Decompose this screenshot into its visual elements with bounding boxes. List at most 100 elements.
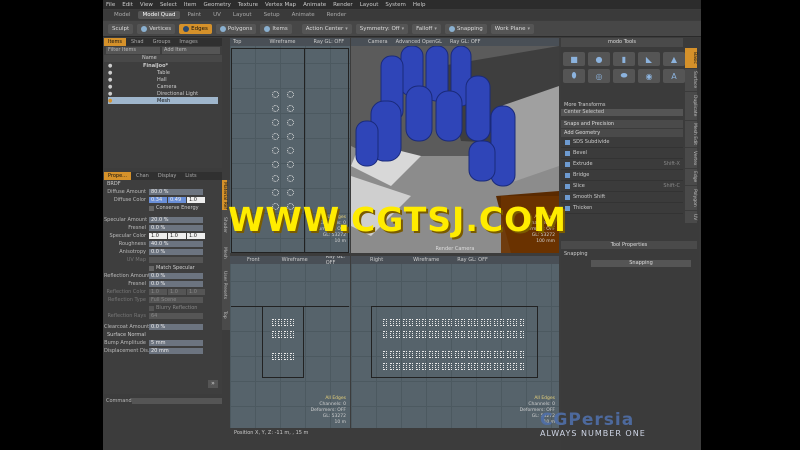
eye-icon[interactable]: ● [108, 91, 115, 97]
viewport-front[interactable]: Front Wireframe Ray GL: OFF All Edges Ch… [230, 256, 350, 428]
specular-r-field[interactable]: 1.0 [149, 233, 167, 239]
extrude-button[interactable]: Extrude Shift-X [561, 159, 683, 170]
fresnel-field[interactable]: 0.0 % [149, 225, 203, 231]
reflection-g-field[interactable]: 1.0 [168, 289, 186, 295]
tab-model[interactable]: Model [109, 11, 136, 19]
menu-vertex-map[interactable]: Vertex Map [265, 2, 296, 8]
tab-shader-side[interactable]: Shader [222, 210, 227, 240]
tab-images[interactable]: Images [175, 38, 201, 46]
list-item[interactable]: ● Directional Light [108, 90, 222, 97]
vertices-button[interactable]: Vertices [137, 23, 176, 34]
tab-items[interactable]: Items [104, 38, 126, 46]
tab-render[interactable]: Render [322, 11, 352, 19]
more-transforms-label[interactable]: More Transforms [561, 102, 683, 109]
reflection-b-field[interactable]: 1.0 [187, 289, 205, 295]
viewport-right[interactable]: Right Wireframe Ray GL: OFF All Edges Ch… [351, 256, 559, 428]
match-specular-checkbox[interactable] [149, 265, 154, 271]
tab-edge[interactable]: Edge [685, 169, 697, 185]
reflection-r-field[interactable]: 1.0 [149, 289, 167, 295]
falloff-dropdown[interactable]: Falloff ▾ [412, 23, 441, 34]
text-icon[interactable]: A [663, 69, 685, 83]
tab-paint[interactable]: Paint [182, 11, 206, 19]
tab-material-ref[interactable]: Material Ref [222, 180, 227, 210]
tab-animate[interactable]: Animate [287, 11, 320, 19]
conserve-energy-checkbox[interactable] [149, 205, 154, 211]
filter-items-dropdown[interactable]: Filter Items [106, 47, 160, 54]
list-item[interactable]: ● Hall [108, 76, 222, 83]
anisotropy-field[interactable]: 0.0 % [149, 249, 203, 255]
tab-uv-side[interactable]: UV [685, 211, 697, 223]
sculpt-button[interactable]: Sculpt [108, 23, 134, 34]
command-input[interactable] [132, 398, 222, 404]
symmetry-dropdown[interactable]: Symmetry: Off ▾ [355, 23, 409, 34]
tab-top[interactable]: Top [222, 305, 227, 325]
eye-icon[interactable]: ● [108, 70, 115, 76]
tab-lists[interactable]: Lists [181, 172, 200, 180]
ellipsoid-icon[interactable]: ⬬ [613, 69, 635, 83]
tab-layout[interactable]: Layout [228, 11, 257, 19]
sds-subdivide-button[interactable]: SDS Subdivide [561, 137, 683, 148]
wedge-icon[interactable]: ◣ [638, 52, 660, 66]
tab-display[interactable]: Display [154, 172, 180, 180]
menu-edit[interactable]: Edit [122, 2, 133, 8]
slice-button[interactable]: Slice Shift-C [561, 181, 683, 192]
list-item-selected[interactable]: ● Mesh [108, 97, 218, 104]
displacement-field[interactable]: 20 mm [149, 348, 203, 354]
tab-mesh[interactable]: Mesh [222, 240, 227, 265]
reflection-rays-field[interactable]: 64 [149, 313, 203, 319]
menu-system[interactable]: System [385, 2, 406, 8]
edges-button[interactable]: Edges [179, 23, 212, 34]
add-geometry-section[interactable]: Add Geometry [561, 129, 683, 137]
surface-normal-section[interactable]: Surface Normal [104, 331, 222, 339]
capsule-icon[interactable]: ⬮ [563, 69, 585, 83]
roughness-field[interactable]: 40.0 % [149, 241, 203, 247]
tab-groups[interactable]: Groups [149, 38, 175, 46]
reflection-fresnel-field[interactable]: 0.0 % [149, 281, 203, 287]
torus-icon[interactable]: ◎ [588, 69, 610, 83]
menu-texture[interactable]: Texture [238, 2, 258, 8]
menu-view[interactable]: View [140, 2, 153, 8]
tab-duplicate[interactable]: Duplicate [685, 92, 697, 120]
tab-properties[interactable]: Prope... [104, 172, 131, 180]
specular-b-field[interactable]: 1.0 [187, 233, 205, 239]
list-item[interactable]: ● FinalJoo* [108, 62, 222, 69]
reflection-type-dropdown[interactable]: Full Scene [149, 297, 203, 303]
diffuse-r-field[interactable]: 0.34 [149, 197, 167, 203]
specular-amount-field[interactable]: 20.0 % [149, 217, 203, 223]
bridge-button[interactable]: Bridge [561, 170, 683, 181]
tab-basic[interactable]: Basic [685, 48, 697, 68]
tab-channels[interactable]: Chan [132, 172, 153, 180]
tab-mesh-edit[interactable]: Mesh Edit [685, 121, 697, 147]
brdf-section[interactable]: BRDF [104, 180, 222, 188]
menu-item[interactable]: Item [184, 2, 197, 8]
eye-icon[interactable]: ● [108, 77, 115, 83]
eye-icon[interactable]: ● [108, 84, 115, 90]
tab-polygon[interactable]: Polygon [685, 186, 697, 210]
bump-amplitude-field[interactable]: 5 mm [149, 340, 203, 346]
menu-animate[interactable]: Animate [303, 2, 326, 8]
diffuse-b-field[interactable]: 1.0 [187, 197, 205, 203]
reflection-amount-field[interactable]: 0.0 % [149, 273, 203, 279]
disc-icon[interactable]: ◉ [638, 69, 660, 83]
menu-render[interactable]: Render [333, 2, 353, 8]
tab-user-presets[interactable]: User Presets [222, 265, 227, 305]
diffuse-g-field[interactable]: 0.49 [168, 197, 186, 203]
snapping-toggle-button[interactable]: Snapping [591, 260, 691, 267]
tab-uv[interactable]: UV [208, 11, 226, 19]
cube-icon[interactable]: ■ [563, 52, 585, 66]
snapping-button[interactable]: Snapping [444, 23, 487, 34]
work-plane-dropdown[interactable]: Work Plane ▾ [490, 23, 534, 34]
list-item[interactable]: ● Table [108, 69, 222, 76]
cylinder-icon[interactable]: ▮ [613, 52, 635, 66]
menu-layout[interactable]: Layout [360, 2, 379, 8]
smooth-shift-button[interactable]: Smooth Shift [561, 192, 683, 203]
specular-g-field[interactable]: 1.0 [168, 233, 186, 239]
diffuse-amount-field[interactable]: 80.0 % [149, 189, 203, 195]
thicken-button[interactable]: Thicken [561, 203, 683, 214]
bevel-button[interactable]: Bevel [561, 148, 683, 159]
tab-surface[interactable]: Surface [685, 69, 697, 91]
menu-help[interactable]: Help [413, 2, 426, 8]
polygons-button[interactable]: Polygons [215, 23, 257, 34]
expand-icon[interactable]: » [208, 380, 218, 388]
menu-file[interactable]: File [106, 2, 115, 8]
